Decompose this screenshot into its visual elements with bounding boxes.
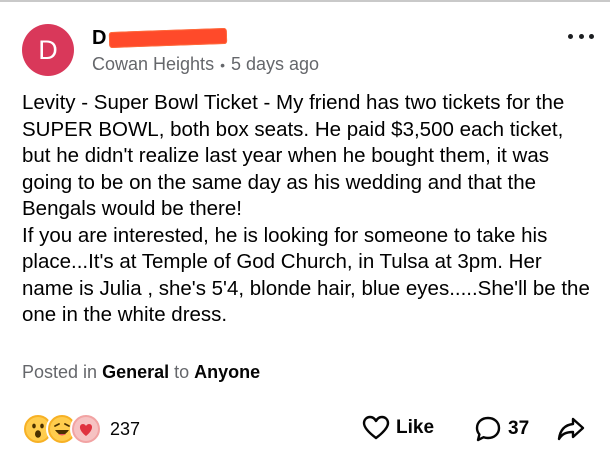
post-paragraph: Levity - Super Bowl Ticket - My friend h… — [22, 91, 565, 220]
reactions-summary[interactable]: 237 — [22, 411, 140, 447]
like-button[interactable]: Like — [362, 415, 434, 441]
meta-separator: • — [220, 56, 225, 73]
post-paragraph: If you are interested, he is looking for… — [22, 223, 590, 327]
posted-in-joiner: to — [174, 362, 190, 382]
share-arrow-icon — [557, 417, 585, 441]
heart-outline-icon — [362, 415, 390, 440]
comment-button[interactable]: 37 — [474, 415, 529, 443]
comment-count: 37 — [508, 418, 530, 439]
top-divider — [0, 0, 610, 2]
group-link[interactable]: General — [102, 362, 169, 382]
comment-bubble-icon — [475, 416, 501, 442]
post-timestamp[interactable]: 5 days ago — [231, 54, 319, 75]
posted-in-line: Posted in General to Anyone — [22, 362, 260, 383]
reaction-count: 237 — [110, 418, 141, 439]
author-name-initial: D — [92, 26, 107, 49]
location-link[interactable]: Cowan Heights — [92, 54, 214, 75]
like-label: Like — [396, 417, 435, 438]
post-meta: Cowan Heights • 5 days ago — [92, 54, 319, 75]
post-body: Levity - Super Bowl Ticket - My friend h… — [22, 90, 597, 329]
author-name[interactable]: D — [92, 24, 228, 52]
avatar[interactable]: D — [22, 24, 74, 76]
audience-label: Anyone — [194, 362, 261, 382]
share-button[interactable] — [556, 415, 586, 443]
more-options-icon[interactable] — [568, 30, 594, 42]
posted-in-prefix: Posted in — [22, 362, 98, 382]
name-redaction-scribble — [109, 27, 228, 49]
love-icon — [70, 413, 102, 445]
